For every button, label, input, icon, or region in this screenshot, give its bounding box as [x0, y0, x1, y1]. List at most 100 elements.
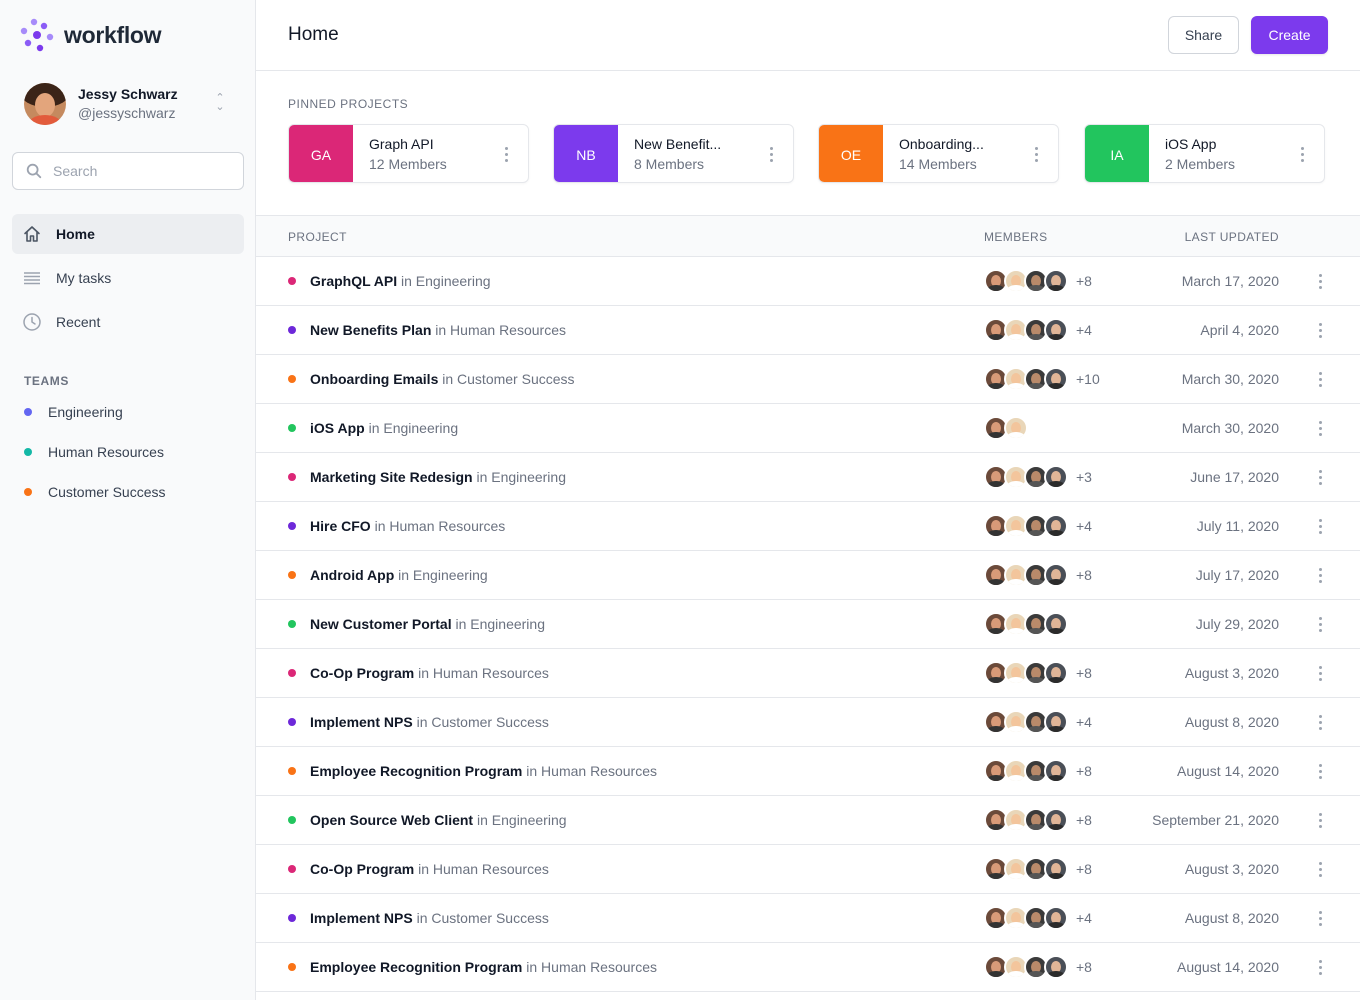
projects-table: PROJECT MEMBERS LAST UPDATED GraphQL API…: [256, 215, 1360, 992]
extra-members-count: +8: [1076, 861, 1092, 877]
avatar: [1044, 367, 1068, 391]
more-vertical-icon[interactable]: [498, 144, 514, 164]
search-input[interactable]: [53, 163, 233, 179]
nav-item-home[interactable]: Home: [12, 214, 244, 254]
last-updated-date: June 17, 2020: [1190, 469, 1279, 485]
more-vertical-icon[interactable]: [1312, 810, 1328, 830]
nav-item-recent[interactable]: Recent: [12, 302, 244, 342]
project-status-dot: [288, 620, 296, 628]
team-item-engineering[interactable]: Engineering: [12, 392, 244, 432]
project-team: in Human Resources: [418, 665, 549, 681]
more-vertical-icon[interactable]: [1312, 418, 1328, 438]
project-team: in Engineering: [477, 812, 567, 828]
table-row[interactable]: Hire CFO in Human Resources +4 July 11, 20…: [256, 502, 1360, 551]
project-title[interactable]: New Benefits Plan in Human Resources: [310, 322, 566, 338]
table-row[interactable]: Open Source Web Client in Engineering +8 S…: [256, 796, 1360, 845]
project-title[interactable]: Onboarding Emails in Customer Success: [310, 371, 575, 387]
column-header-last-updated[interactable]: LAST UPDATED: [1185, 230, 1279, 244]
project-title[interactable]: Employee Recognition Program in Human Re…: [310, 763, 657, 779]
user-switcher[interactable]: Jessy Schwarz @jessyschwarz ⌃ ⌄: [24, 82, 234, 126]
more-vertical-icon[interactable]: [1312, 467, 1328, 487]
more-vertical-icon[interactable]: [1312, 859, 1328, 879]
project-title[interactable]: Hire CFO in Human Resources: [310, 518, 505, 534]
extra-members-count: +4: [1076, 910, 1092, 926]
more-vertical-icon[interactable]: [1312, 320, 1328, 340]
extra-members-count: +3: [1076, 469, 1092, 485]
more-vertical-icon[interactable]: [1312, 369, 1328, 389]
project-team: in Customer Success: [416, 714, 549, 730]
table-row[interactable]: Co-Op Program in Human Resources +8 August…: [256, 649, 1360, 698]
project-initials-badge: NB: [554, 125, 618, 182]
table-row[interactable]: Implement NPS in Customer Success +4 Augus…: [256, 894, 1360, 943]
more-vertical-icon[interactable]: [1312, 565, 1328, 585]
project-team: in Human Resources: [435, 322, 566, 338]
nav-item-my-tasks[interactable]: My tasks: [12, 258, 244, 298]
table-row[interactable]: Marketing Site Redesign in Engineering +3…: [256, 453, 1360, 502]
nav-label: Recent: [56, 314, 101, 330]
table-row[interactable]: Co-Op Program in Human Resources +8 August…: [256, 845, 1360, 894]
project-team: in Engineering: [455, 616, 545, 632]
project-status-dot: [288, 865, 296, 873]
project-name: Open Source Web Client: [310, 812, 474, 828]
last-updated-date: March 17, 2020: [1181, 273, 1279, 289]
more-vertical-icon[interactable]: [1294, 144, 1310, 164]
more-vertical-icon[interactable]: [1312, 614, 1328, 634]
more-vertical-icon[interactable]: [1312, 712, 1328, 732]
more-vertical-icon[interactable]: [1312, 516, 1328, 536]
project-title[interactable]: iOS App in Engineering: [310, 420, 458, 436]
more-vertical-icon[interactable]: [1312, 271, 1328, 291]
table-row[interactable]: Employee Recognition Program in Human Re…: [256, 943, 1360, 992]
table-row[interactable]: GraphQL API in Engineering +8 March 17, 20…: [256, 257, 1360, 306]
extra-members-count: +8: [1076, 665, 1092, 681]
pinned-card-members: 8 Members: [634, 156, 705, 172]
team-color-dot: [24, 488, 32, 496]
more-vertical-icon[interactable]: [1028, 144, 1044, 164]
project-title[interactable]: Employee Recognition Program in Human Re…: [310, 959, 657, 975]
chevron-up-down-icon[interactable]: ⌃ ⌄: [214, 93, 226, 113]
project-title[interactable]: New Customer Portal in Engineering: [310, 616, 545, 632]
column-header-project[interactable]: PROJECT: [288, 230, 347, 244]
project-title[interactable]: Android App in Engineering: [310, 567, 488, 583]
project-title[interactable]: Open Source Web Client in Engineering: [310, 812, 567, 828]
more-vertical-icon[interactable]: [1312, 663, 1328, 683]
logo[interactable]: workflow: [20, 18, 162, 52]
avatar: [1044, 612, 1068, 636]
more-vertical-icon[interactable]: [1312, 908, 1328, 928]
table-row[interactable]: Android App in Engineering +8 July 17, 202…: [256, 551, 1360, 600]
pinned-card-onboarding[interactable]: OE Onboarding... 14 Members: [818, 124, 1059, 183]
team-label: Human Resources: [48, 444, 164, 460]
table-row[interactable]: Implement NPS in Customer Success +4 Augus…: [256, 698, 1360, 747]
table-row[interactable]: iOS App in Engineering March 30, 2020: [256, 404, 1360, 453]
pinned-card-name: iOS App: [1165, 136, 1217, 152]
extra-members-count: +8: [1076, 812, 1092, 828]
project-title[interactable]: Implement NPS in Customer Success: [310, 714, 549, 730]
extra-members-count: +4: [1076, 518, 1092, 534]
table-row[interactable]: New Benefits Plan in Human Resources +4 Ap…: [256, 306, 1360, 355]
create-button[interactable]: Create: [1251, 16, 1328, 54]
more-vertical-icon[interactable]: [1312, 957, 1328, 977]
more-vertical-icon[interactable]: [763, 144, 779, 164]
project-status-dot: [288, 669, 296, 677]
pinned-card-new-benefits[interactable]: NB New Benefit... 8 Members: [553, 124, 794, 183]
pinned-card-graph-api[interactable]: GA Graph API 12 Members: [288, 124, 529, 183]
table-row[interactable]: New Customer Portal in Engineering July 2…: [256, 600, 1360, 649]
share-button[interactable]: Share: [1168, 16, 1239, 54]
team-item-human-resources[interactable]: Human Resources: [12, 432, 244, 472]
pinned-card-ios-app[interactable]: IA iOS App 2 Members: [1084, 124, 1325, 183]
project-name: Implement NPS: [310, 910, 413, 926]
project-name: iOS App: [310, 420, 365, 436]
table-row[interactable]: Employee Recognition Program in Human Re…: [256, 747, 1360, 796]
project-status-dot: [288, 767, 296, 775]
project-initials-badge: GA: [289, 125, 353, 182]
project-title[interactable]: Co-Op Program in Human Resources: [310, 665, 549, 681]
project-title[interactable]: Co-Op Program in Human Resources: [310, 861, 549, 877]
table-row[interactable]: Onboarding Emails in Customer Success +10…: [256, 355, 1360, 404]
avatar: [1044, 514, 1068, 538]
team-item-customer-success[interactable]: Customer Success: [12, 472, 244, 512]
project-title[interactable]: Marketing Site Redesign in Engineering: [310, 469, 566, 485]
column-header-members[interactable]: MEMBERS: [984, 230, 1047, 244]
pinned-card-members: 12 Members: [369, 156, 447, 172]
project-title[interactable]: Implement NPS in Customer Success: [310, 910, 549, 926]
project-title[interactable]: GraphQL API in Engineering: [310, 273, 491, 289]
more-vertical-icon[interactable]: [1312, 761, 1328, 781]
